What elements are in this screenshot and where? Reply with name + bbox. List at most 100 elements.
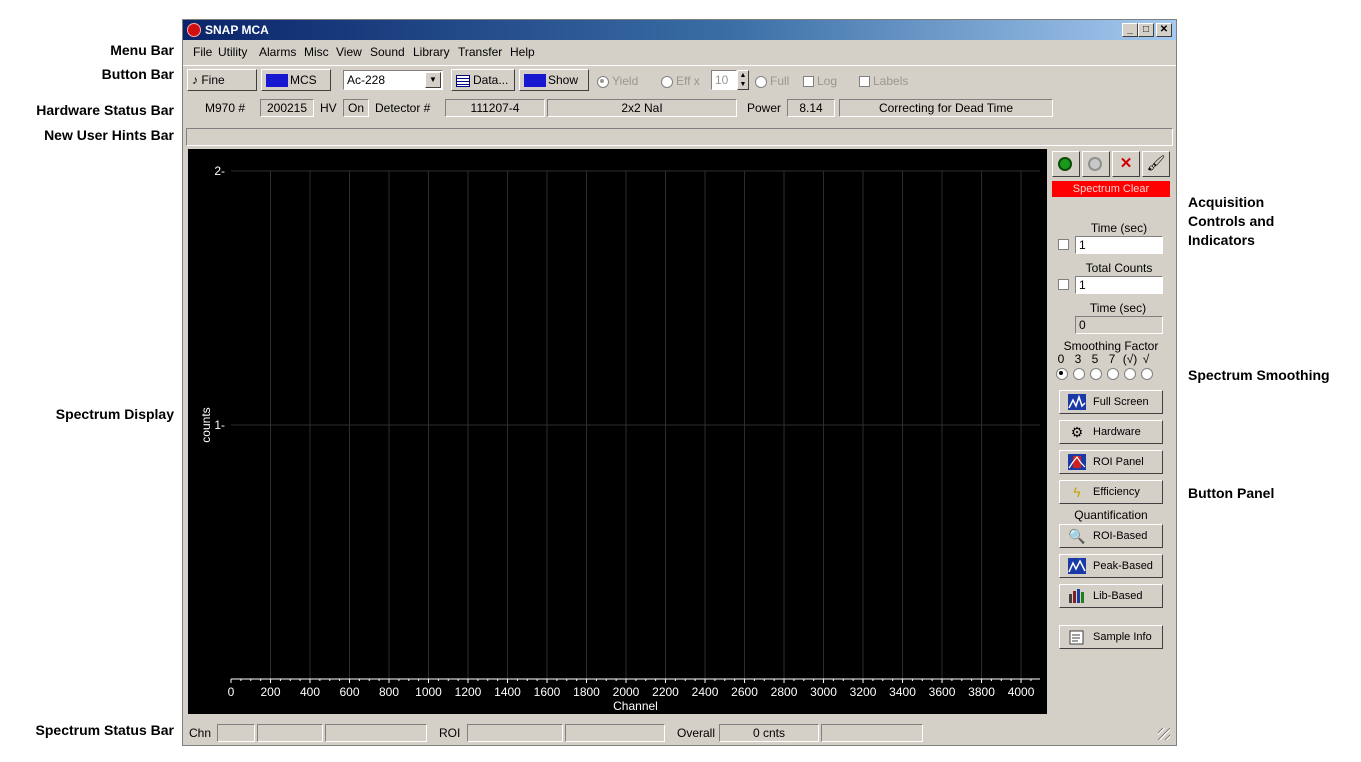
menu-view[interactable]: View	[336, 45, 362, 59]
nuclide-select-value: Ac-228	[347, 73, 386, 87]
detector-label: Detector #	[375, 101, 431, 115]
menu-misc[interactable]: Misc	[304, 45, 329, 59]
full-radio[interactable]: Full	[755, 74, 789, 88]
hardware-icon: ⚙	[1070, 424, 1084, 440]
menu-help[interactable]: Help	[510, 45, 535, 59]
menu-transfer[interactable]: Transfer	[458, 45, 502, 59]
callout-spectrum-display: Spectrum Display	[55, 406, 174, 422]
callout-acquisition-2: Controls and	[1188, 213, 1275, 229]
power-label: Power	[747, 101, 782, 115]
lib-based-button[interactable]: Lib-Based	[1059, 584, 1163, 608]
smoothing-option-label-sqrt: √	[1142, 352, 1150, 366]
x-tick-label: 4000	[1008, 685, 1035, 699]
smoothing-radio-1[interactable]	[1073, 368, 1085, 380]
mcs-icon	[266, 74, 288, 88]
spectrum-icon	[1068, 394, 1086, 410]
table-icon	[456, 74, 470, 87]
x-tick-label: 2400	[692, 685, 719, 699]
time-preset-label: Time (sec)	[1090, 221, 1148, 235]
power-value: 8.14	[787, 99, 835, 117]
roi-panel-button[interactable]: ROI Panel	[1059, 450, 1163, 474]
detector-value: 111207-4	[445, 99, 545, 117]
roi-panel-label: ROI Panel	[1093, 456, 1144, 468]
yield-radio[interactable]: Yield	[597, 74, 638, 88]
peak-based-label: Peak-Based	[1093, 560, 1153, 572]
new-user-hints-bar	[186, 128, 1173, 146]
smoothing-radio-4[interactable]	[1124, 368, 1136, 380]
spectrum-display[interactable]: 1- 2- 0 200 400 600 800 1000 1200 1400 1600 1800 200…	[188, 149, 1047, 714]
x-tick-label: 3800	[968, 685, 995, 699]
clear-button[interactable]: ✕	[1112, 151, 1140, 177]
erase-button[interactable]: 🖌	[1142, 151, 1170, 177]
resize-grip[interactable]	[1158, 728, 1170, 740]
menu-file[interactable]: File	[193, 45, 212, 59]
time-preset-input[interactable]: 1	[1075, 236, 1163, 254]
smoothing-radio-2[interactable]	[1090, 368, 1102, 380]
labels-checkbox[interactable]: Labels	[859, 74, 908, 88]
peak-based-button[interactable]: Peak-Based	[1059, 554, 1163, 578]
sample-info-button[interactable]: Sample Info	[1059, 625, 1163, 649]
x-tick-label: 1000	[415, 685, 442, 699]
start-icon	[1058, 157, 1072, 171]
smoothing-option-label-0: 0	[1057, 352, 1065, 366]
title-bar[interactable]: SNAP MCA _ □ ✕	[183, 20, 1176, 40]
callout-button-bar: Button Bar	[101, 66, 174, 82]
stop-acquisition-button[interactable]	[1082, 151, 1110, 177]
x-tick-label: 2000	[613, 685, 640, 699]
clipboard-icon	[1068, 629, 1086, 645]
full-radio-dot	[755, 75, 767, 88]
spectrum-icon	[524, 74, 546, 88]
eff-radio[interactable]: Eff x	[661, 74, 700, 88]
menu-library[interactable]: Library	[413, 45, 450, 59]
x-tick-label: 3200	[850, 685, 877, 699]
menu-bar: File Utility Alarms Misc View Sound Libr…	[183, 42, 1176, 62]
log-checkbox[interactable]: Log	[803, 74, 837, 88]
hardware-button[interactable]: ⚙ Hardware	[1059, 420, 1163, 444]
total-counts-input[interactable]: 1	[1075, 276, 1163, 294]
chevron-down-icon[interactable]: ▼	[425, 72, 441, 88]
efficiency-button[interactable]: ϟ Efficiency	[1059, 480, 1163, 504]
mcs-button[interactable]: MCS	[261, 69, 331, 91]
full-screen-button[interactable]: Full Screen	[1059, 390, 1163, 414]
x-axis-label: Channel	[613, 699, 658, 713]
close-button[interactable]: ✕	[1156, 23, 1172, 37]
total-counts-checkbox[interactable]	[1058, 279, 1069, 290]
x-tick-label: 3000	[810, 685, 837, 699]
x-tick-label: 400	[300, 685, 320, 699]
hardware-status-text: Correcting for Dead Time	[839, 99, 1053, 117]
menu-alarms[interactable]: Alarms	[259, 45, 296, 59]
time-preset-checkbox[interactable]	[1058, 239, 1069, 250]
button-bar: ♪ Fine MCS Ac-228 ▼ Data... Show Yield E…	[183, 65, 1176, 94]
x-tick-label: 1200	[455, 685, 482, 699]
brush-icon: 🖌	[1146, 155, 1166, 172]
roi-based-label: ROI-Based	[1093, 530, 1148, 542]
callout-hardware-status-bar: Hardware Status Bar	[36, 102, 174, 118]
fine-button[interactable]: ♪ Fine	[187, 69, 257, 91]
roi-label: ROI	[439, 726, 461, 740]
eff-spinner[interactable]: ▲ ▼	[737, 70, 749, 90]
menu-utility[interactable]: Utility	[218, 45, 247, 59]
roi-based-button[interactable]: 🔍 ROI-Based	[1059, 524, 1163, 548]
smoothing-option-labels: 0 3 5 7 (√) √	[1054, 352, 1172, 366]
spectrum-status-badge: Spectrum Clear	[1052, 181, 1170, 197]
minimize-button[interactable]: _	[1122, 23, 1138, 37]
chn-energy-value	[257, 724, 323, 742]
data-button[interactable]: Data...	[451, 69, 515, 91]
elapsed-time-value: 0	[1075, 316, 1163, 334]
overall-label: Overall	[677, 726, 716, 740]
smoothing-radio-0[interactable]	[1056, 368, 1068, 380]
start-acquisition-button[interactable]	[1052, 151, 1080, 177]
eff-input[interactable]: 10	[711, 70, 737, 90]
show-button-label: Show	[548, 73, 579, 87]
menu-sound[interactable]: Sound	[370, 45, 405, 59]
sample-info-label: Sample Info	[1093, 631, 1152, 643]
maximize-button[interactable]: □	[1138, 23, 1154, 37]
show-button[interactable]: Show	[519, 69, 589, 91]
yield-label: Yield	[612, 74, 639, 88]
elapsed-time-label: Time (sec)	[1089, 301, 1147, 315]
app-logo-icon	[187, 23, 201, 37]
nuclide-select[interactable]: Ac-228 ▼	[343, 70, 443, 90]
smoothing-radio-3[interactable]	[1107, 368, 1119, 380]
mcs-button-label: MCS	[290, 73, 317, 87]
smoothing-radio-5[interactable]	[1141, 368, 1153, 380]
